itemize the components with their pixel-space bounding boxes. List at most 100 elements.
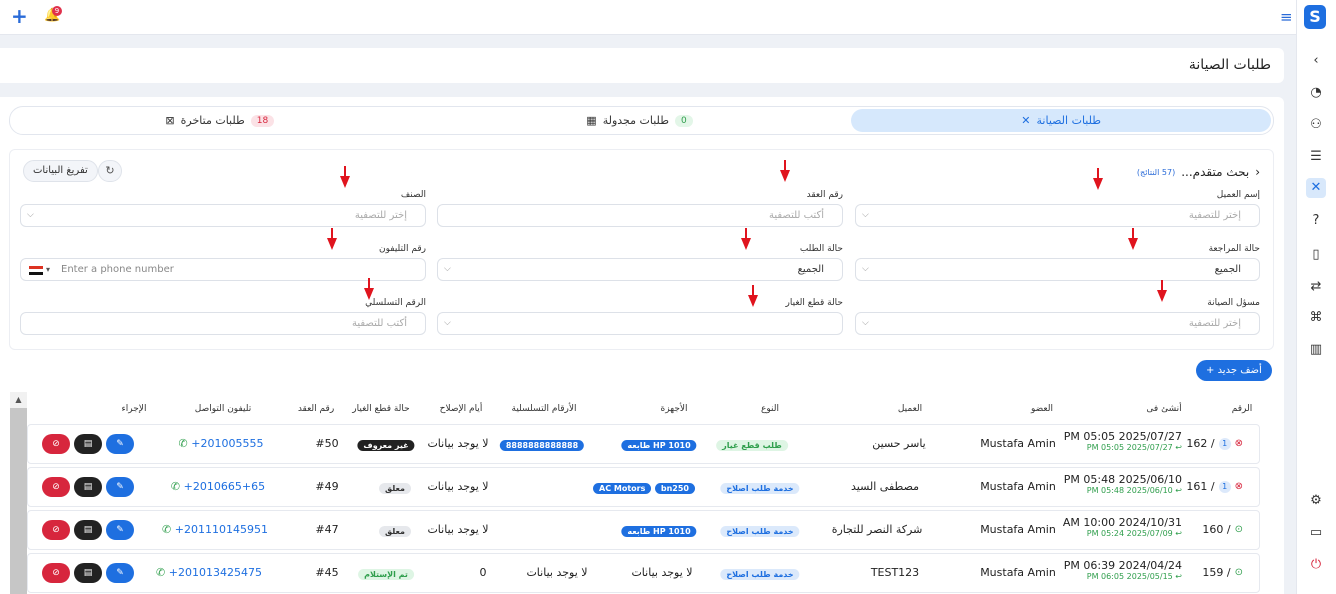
parts-status-select[interactable]: ⌵: [437, 312, 843, 335]
annotation-arrow: [340, 166, 350, 188]
col-member[interactable]: العضو: [1031, 404, 1053, 414]
created-at: PM 05:48 2025/06/10 PM 05:48 2025/06/10 ↩: [1064, 473, 1182, 495]
row-number: 160 /⊙: [1202, 523, 1243, 536]
edit-icon[interactable]: ✎: [106, 520, 134, 540]
tab-maintenance-requests[interactable]: ✕ طلبات الصيانة: [851, 109, 1271, 132]
chevron-left-icon: ‹: [1255, 165, 1260, 179]
refresh-icon[interactable]: ↻: [98, 160, 122, 182]
chevron-left-icon[interactable]: ‹: [1306, 51, 1326, 71]
hamburger-icon[interactable]: ≡: [1280, 8, 1293, 26]
table-row[interactable]: 159 /⊙ PM 06:39 2024/04/24 PM 06:05 2025/…: [27, 553, 1260, 593]
edit-icon[interactable]: ✎: [106, 434, 134, 454]
print-icon[interactable]: ▤: [74, 477, 102, 497]
whatsapp-icon[interactable]: ✆: [171, 480, 180, 493]
phone-number[interactable]: +201110145951: [175, 523, 268, 536]
ban-icon[interactable]: ⊘: [42, 520, 70, 540]
help-icon[interactable]: ?: [1306, 211, 1326, 231]
serial-input[interactable]: أكتب للتصفية: [20, 312, 426, 335]
review-status-select[interactable]: ⌵ الجميع: [855, 258, 1260, 281]
phone-input[interactable]: ▾ Enter a phone number: [20, 258, 426, 281]
advanced-search-toggle[interactable]: ‹ بحث متقدم... (57 النتائج): [1137, 165, 1260, 179]
calendar-icon: ▦: [586, 114, 597, 127]
customer-select[interactable]: ⌵ إختر للتصفية: [855, 204, 1260, 227]
col-action[interactable]: الإجراء: [122, 404, 147, 414]
ban-icon[interactable]: ⊘: [42, 563, 70, 583]
phone-cell[interactable]: ✆ +201013425475: [156, 566, 262, 579]
ban-icon[interactable]: ⊘: [42, 477, 70, 497]
col-devices[interactable]: الأجهزة: [660, 404, 687, 414]
phone-cell[interactable]: ✆ +201110145951: [162, 523, 268, 536]
whatsapp-icon[interactable]: ✆: [179, 437, 188, 450]
table-row[interactable]: 161 /1 ⊗ PM 05:48 2025/06/10 PM 05:48 2025…: [27, 467, 1260, 507]
col-repair-days[interactable]: أيام الإصلاح: [440, 404, 483, 414]
contract-input[interactable]: أكتب للتصفية: [437, 204, 843, 227]
chevron-down-icon[interactable]: ▾: [46, 259, 50, 280]
phone-number[interactable]: +201005555: [191, 437, 263, 450]
tab-scheduled-requests[interactable]: ▦ طلبات مجدولة 0: [430, 107, 850, 134]
edit-icon[interactable]: ✎: [106, 477, 134, 497]
row-number: 162 /1 ⊗: [1186, 437, 1243, 450]
category-select[interactable]: ⌵ إختر للتصفية: [20, 204, 426, 227]
results-count: (57 النتائج): [1136, 167, 1176, 177]
col-type[interactable]: النوع: [761, 404, 779, 414]
list-icon[interactable]: ☰: [1306, 147, 1326, 167]
power-icon[interactable]: ⏻: [1306, 555, 1326, 575]
serial-badge: 8888888888888: [499, 440, 585, 451]
whatsapp-icon[interactable]: ✆: [162, 523, 171, 536]
plus-icon[interactable]: +: [11, 6, 28, 26]
col-serials[interactable]: الأرقام التسلسلية: [512, 404, 577, 414]
route-icon[interactable]: ⇄: [1306, 277, 1326, 297]
col-num[interactable]: الرقم: [1232, 404, 1253, 414]
serials-cell: لا يوجد بيانات: [526, 566, 588, 579]
col-parts[interactable]: حالة قطع الغيار: [352, 404, 409, 414]
updated-date: PM 05:24 2025/07/09 ↩: [1086, 529, 1182, 538]
row-number: 161 /1 ⊗: [1186, 480, 1243, 493]
selected-value: الجميع: [1214, 264, 1241, 275]
customer-name: ياسر حسين: [872, 437, 926, 450]
col-phone[interactable]: تليفون التواصل: [195, 404, 251, 414]
ban-icon[interactable]: ⊘: [42, 434, 70, 454]
status-check-icon: ⊙: [1234, 524, 1243, 535]
hierarchy-icon[interactable]: ⌘: [1306, 308, 1326, 328]
document-icon[interactable]: ▯: [1306, 245, 1326, 265]
phone-number[interactable]: +2010665+65: [184, 480, 265, 493]
settings-icon[interactable]: ⚙: [1306, 491, 1326, 511]
technician-select[interactable]: ⌵ إختر للتصفية: [855, 312, 1260, 335]
col-contract[interactable]: رقم العقد: [298, 404, 334, 414]
tab-late-requests[interactable]: ⊠ طلبات متاخرة 18: [10, 107, 430, 134]
member-name: Mustafa Amin: [980, 480, 1056, 493]
created-date: AM 10:00 2024/10/31: [1062, 516, 1182, 529]
type-cell: خدمة طلب اصلاح: [720, 567, 800, 580]
tools-icon[interactable]: ✕: [1306, 178, 1326, 198]
scroll-up-icon[interactable]: ▲: [10, 392, 27, 408]
window-icon[interactable]: ▭: [1306, 523, 1326, 543]
dashboard-icon[interactable]: ◔: [1306, 83, 1326, 103]
phone-number[interactable]: +201013425475: [169, 566, 262, 579]
add-new-button[interactable]: + أضف جديد: [1196, 360, 1272, 381]
whatsapp-icon[interactable]: ✆: [156, 566, 165, 579]
egypt-flag-icon[interactable]: [29, 266, 43, 275]
type-badge: خدمة طلب اصلاح: [720, 569, 800, 580]
table-row[interactable]: 160 /⊙ AM 10:00 2024/10/31 PM 05:24 2025/…: [27, 510, 1260, 550]
chart-icon[interactable]: ▥: [1306, 340, 1326, 360]
print-icon[interactable]: ▤: [74, 520, 102, 540]
edit-icon[interactable]: ✎: [106, 563, 134, 583]
count-badge: 1: [1218, 437, 1231, 450]
export-data-button[interactable]: تفريغ البيانات: [23, 160, 98, 182]
tab-count: 18: [250, 114, 275, 127]
created-date: PM 06:39 2024/04/24: [1063, 559, 1182, 572]
phone-cell[interactable]: ✆ +2010665+65: [171, 480, 265, 493]
users-icon[interactable]: ⚇: [1306, 115, 1326, 135]
col-created[interactable]: أنشئ فى: [1146, 404, 1181, 414]
scrollbar[interactable]: ▲: [10, 392, 27, 594]
col-customer[interactable]: العميل: [898, 404, 922, 414]
annotation-arrow: [741, 228, 751, 250]
annotation-arrow: [327, 228, 337, 250]
phone-cell[interactable]: ✆ +201005555: [179, 437, 264, 450]
customer-name: TEST123: [870, 566, 920, 579]
table-row[interactable]: 162 /1 ⊗ PM 05:05 2025/07/27 PM 05:05 2025…: [27, 424, 1260, 464]
device-badge: طابعه HP 1010: [621, 526, 697, 537]
print-icon[interactable]: ▤: [74, 434, 102, 454]
print-icon[interactable]: ▤: [74, 563, 102, 583]
order-status-select[interactable]: ⌵ الجميع: [437, 258, 843, 281]
